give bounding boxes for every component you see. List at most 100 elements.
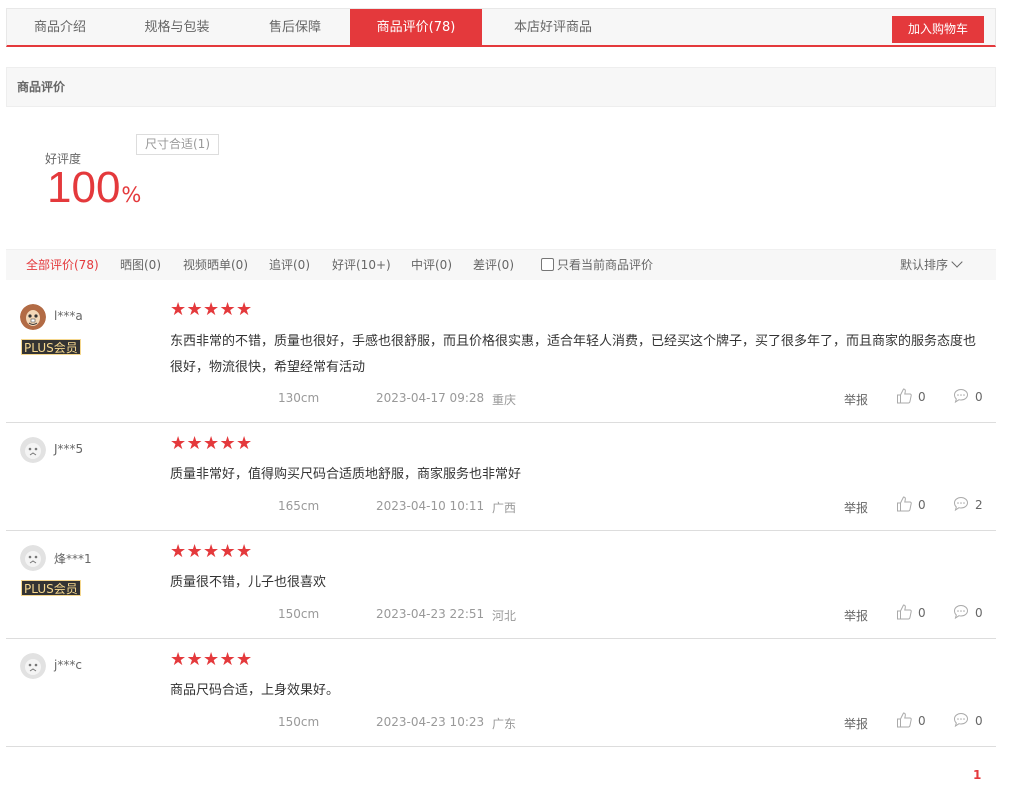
review-item: l***a PLUS会员 ★★★★★ 东西非常的不错，质量也很好，手感也很舒服，… xyxy=(6,280,996,423)
star-icon: ★ xyxy=(186,299,203,320)
avatar xyxy=(20,653,46,679)
report-link[interactable]: 举报 xyxy=(844,499,868,516)
star-rating: ★★★★★ xyxy=(170,433,253,454)
like-button[interactable]: 0 xyxy=(896,496,926,512)
report-link[interactable]: 举报 xyxy=(844,715,868,732)
star-icon: ★ xyxy=(236,299,253,320)
only-current-checkbox[interactable] xyxy=(541,258,554,271)
username: j***c xyxy=(54,658,82,672)
filter-neutral[interactable]: 中评(0) xyxy=(411,250,452,281)
star-icon: ★ xyxy=(170,541,187,562)
like-count: 0 xyxy=(918,498,926,512)
filter-videos[interactable]: 视频晒单(0) xyxy=(183,250,248,281)
pagination-current-page[interactable]: 1 xyxy=(973,768,981,782)
like-button[interactable]: 0 xyxy=(896,388,926,404)
rating-number: 100 xyxy=(47,163,121,212)
comment-count: 2 xyxy=(975,498,983,512)
review-content: 质量很不错，儿子也很喜欢 xyxy=(170,575,327,590)
report-link[interactable]: 举报 xyxy=(844,607,868,624)
review-location: 重庆 xyxy=(492,393,517,407)
comment-icon xyxy=(953,712,969,728)
add-to-cart-button[interactable]: 加入购物车 xyxy=(892,16,984,43)
tab-product-intro[interactable]: 商品介绍 xyxy=(7,9,113,46)
review-location: 河北 xyxy=(492,609,517,623)
avatar xyxy=(20,304,46,330)
star-icon: ★ xyxy=(203,649,220,670)
product-tab-bar: 商品介绍 规格与包装 售后保障 商品评价(78) 本店好评商品 加入购物车 xyxy=(6,8,996,47)
tab-after-sales[interactable]: 售后保障 xyxy=(241,9,349,46)
comment-button[interactable]: 0 xyxy=(953,604,983,620)
review-item: 烽***1 PLUS会员 ★★★★★ 质量很不错，儿子也很喜欢 150cm 20… xyxy=(6,531,996,639)
review-item: J***5 ★★★★★ 质量非常好，值得购买尺码合适质地舒服，商家服务也非常好 … xyxy=(6,423,996,531)
star-icon: ★ xyxy=(203,541,220,562)
star-rating: ★★★★★ xyxy=(170,299,253,320)
section-title: 商品评价 xyxy=(6,67,996,107)
review-time: 2023-04-23 22:51 xyxy=(376,607,485,621)
filter-positive[interactable]: 好评(10+) xyxy=(332,250,391,281)
like-count: 0 xyxy=(918,390,926,404)
rating-value: 100% xyxy=(47,166,141,210)
star-icon: ★ xyxy=(170,433,187,454)
thumbs-up-icon xyxy=(897,388,912,404)
plus-member-badge: PLUS会员 xyxy=(21,580,81,596)
tab-shop-top-rated[interactable]: 本店好评商品 xyxy=(483,9,623,46)
filter-photos[interactable]: 晒图(0) xyxy=(120,250,161,281)
review-size: 150cm xyxy=(278,607,320,621)
avatar xyxy=(20,545,46,571)
filter-followup[interactable]: 追评(0) xyxy=(269,250,310,281)
review-time: 2023-04-17 09:28 xyxy=(376,391,485,405)
star-icon: ★ xyxy=(203,433,220,454)
review-item: j***c ★★★★★ 商品尺码合适，上身效果好。 150cm 2023-04-… xyxy=(6,639,996,747)
report-link[interactable]: 举报 xyxy=(844,391,868,408)
star-icon: ★ xyxy=(236,649,253,670)
review-content: 商品尺码合适，上身效果好。 xyxy=(170,683,340,698)
filter-all[interactable]: 全部评价(78) xyxy=(26,250,99,281)
review-size: 165cm xyxy=(278,499,320,513)
tab-reviews[interactable]: 商品评价(78) xyxy=(350,9,482,46)
review-location: 广东 xyxy=(492,717,517,731)
avatar xyxy=(20,437,46,463)
star-icon: ★ xyxy=(219,433,236,454)
like-button[interactable]: 0 xyxy=(896,604,926,620)
comment-icon xyxy=(953,496,969,512)
username: l***a xyxy=(54,309,83,323)
thumbs-up-icon xyxy=(897,604,912,620)
plus-member-badge: PLUS会员 xyxy=(21,339,81,355)
star-icon: ★ xyxy=(236,541,253,562)
star-rating: ★★★★★ xyxy=(170,541,253,562)
review-time: 2023-04-23 10:23 xyxy=(376,715,485,729)
review-content: 质量非常好，值得购买尺码合适质地舒服，商家服务也非常好 xyxy=(170,467,522,482)
star-icon: ★ xyxy=(219,299,236,320)
comment-button[interactable]: 0 xyxy=(953,388,983,404)
thumbs-up-icon xyxy=(897,496,912,512)
like-button[interactable]: 0 xyxy=(896,712,926,728)
tab-specs[interactable]: 规格与包装 xyxy=(113,9,241,46)
star-icon: ★ xyxy=(203,299,220,320)
review-tag[interactable]: 尺寸合适(1) xyxy=(136,134,219,155)
sort-dropdown[interactable]: 默认排序 xyxy=(900,250,963,281)
star-icon: ★ xyxy=(186,541,203,562)
star-icon: ★ xyxy=(219,649,236,670)
like-count: 0 xyxy=(918,714,926,728)
comment-count: 0 xyxy=(975,714,983,728)
review-size: 130cm xyxy=(278,391,320,405)
username: J***5 xyxy=(54,442,84,456)
like-count: 0 xyxy=(918,606,926,620)
thumbs-up-icon xyxy=(897,712,912,728)
comment-icon xyxy=(953,388,969,404)
comment-button[interactable]: 0 xyxy=(953,712,983,728)
star-icon: ★ xyxy=(186,433,203,454)
filter-negative[interactable]: 差评(0) xyxy=(473,250,514,281)
rating-unit: % xyxy=(121,183,142,207)
comment-icon xyxy=(953,604,969,620)
review-content: 东西非常的不错，质量也很好，手感也很舒服，而且价格很实惠，适合年轻人消费，已经买… xyxy=(170,334,977,375)
star-icon: ★ xyxy=(236,433,253,454)
review-time: 2023-04-10 10:11 xyxy=(376,499,485,513)
star-icon: ★ xyxy=(219,541,236,562)
comment-count: 0 xyxy=(975,606,983,620)
username: 烽***1 xyxy=(54,552,92,566)
sort-label: 默认排序 xyxy=(900,258,949,272)
comment-button[interactable]: 2 xyxy=(953,496,983,512)
review-location: 广西 xyxy=(492,501,517,515)
only-current-label: 只看当前商品评价 xyxy=(557,258,654,272)
